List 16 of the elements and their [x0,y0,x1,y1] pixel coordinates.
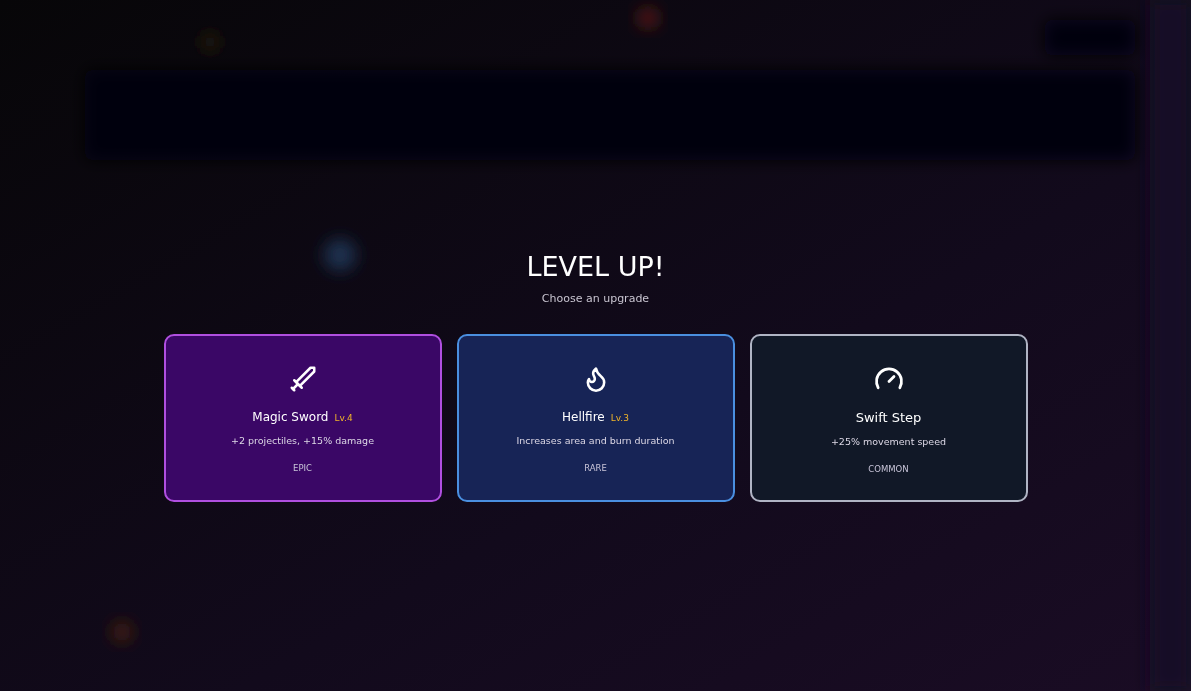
upgrade-name: Swift Step [855,408,922,427]
upgrade-description: +25% movement speed [830,435,947,449]
upgrade-card[interactable]: Magic Sword Lv.4 +2 projectiles, +15% damage EPIC [163,333,442,502]
subtitle: Choose an upgrade [541,291,650,307]
upgrade-name: Magic Sword [252,408,329,426]
upgrade-name: Hellfire [562,408,605,426]
upgrade-card[interactable]: Hellfire Lv.3 Increases area and burn duration RARE [456,333,735,502]
upgrade-description: Increases area and burn duration [516,433,675,448]
level-label: Lv.4 [334,411,353,425]
upgrade-description: +2 projectiles, +15% damage [231,433,374,448]
level-label: Lv.3 [610,411,629,425]
upgrade-card[interactable]: Swift Step +25% movement speed COMMON [749,333,1028,502]
level-up-title: LEVEL UP! [526,250,665,284]
rarity-label: EPIC [293,461,312,475]
rarity-label: RARE [584,461,607,475]
rarity-label: COMMON [868,463,909,476]
